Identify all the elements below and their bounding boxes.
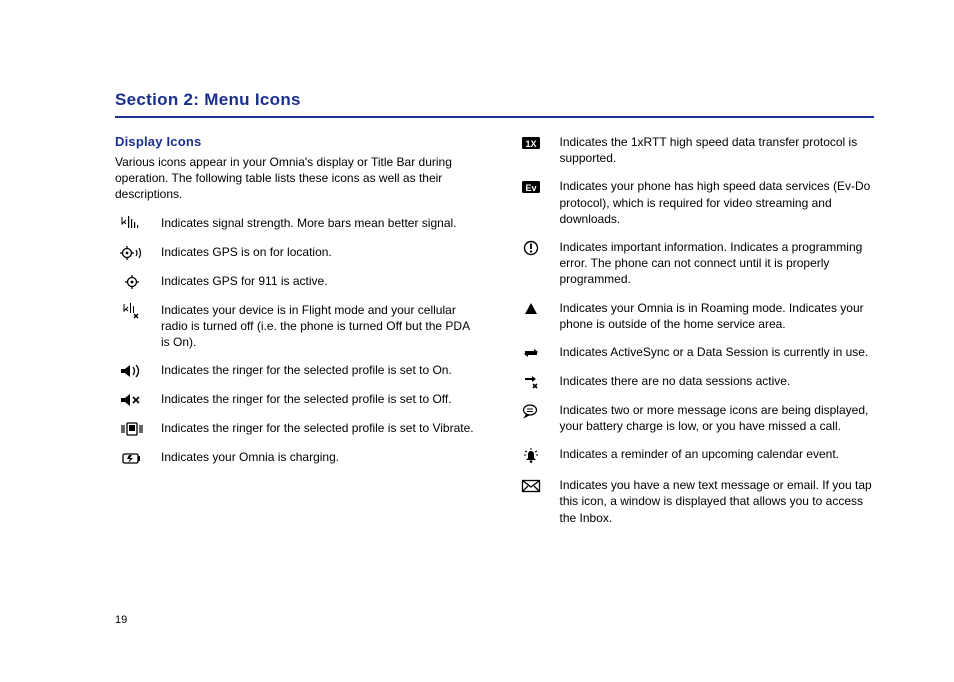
icon-description: Indicates your Omnia is in Roaming mode.… [560, 300, 875, 332]
icon-row: Indicates the ringer for the selected pr… [115, 362, 476, 379]
1x-badge-icon: 1X [514, 134, 548, 151]
icon-row: Indicates important information. Indicat… [514, 239, 875, 288]
ringer-vibrate-icon [115, 420, 149, 437]
icon-description: Indicates you have a new text message or… [560, 477, 875, 526]
svg-text:Ev: Ev [525, 183, 536, 193]
icon-row: Indicates there are no data sessions act… [514, 373, 875, 390]
right-column: 1X Indicates the 1xRTT high speed data t… [514, 134, 875, 538]
icon-description: Indicates your Omnia is charging. [161, 449, 476, 465]
icon-row: Indicates your Omnia is in Roaming mode.… [514, 300, 875, 332]
section-title: Section 2: Menu Icons [115, 90, 874, 118]
no-data-session-icon [514, 373, 548, 390]
calendar-reminder-icon [514, 446, 548, 465]
icon-row: Indicates signal strength. More bars mea… [115, 215, 476, 232]
icon-description: Indicates the 1xRTT high speed data tran… [560, 134, 875, 166]
subsection-title: Display Icons [115, 134, 476, 149]
manual-page: Section 2: Menu Icons Display Icons Vari… [0, 0, 954, 682]
icon-description: Indicates your phone has high speed data… [560, 178, 875, 227]
icon-description: Indicates two or more message icons are … [560, 402, 875, 434]
alert-icon [514, 239, 548, 256]
icon-description: Indicates a reminder of an upcoming cale… [560, 446, 875, 462]
charging-icon [115, 449, 149, 466]
multi-status-icon [514, 402, 548, 419]
roaming-icon [514, 300, 548, 317]
icon-row: 1X Indicates the 1xRTT high speed data t… [514, 134, 875, 166]
icon-description: Indicates GPS for 911 is active. [161, 273, 476, 289]
icon-description: Indicates there are no data sessions act… [560, 373, 875, 389]
gps-911-icon [115, 273, 149, 290]
icon-description: Indicates ActiveSync or a Data Session i… [560, 344, 875, 360]
icon-row: Indicates ActiveSync or a Data Session i… [514, 344, 875, 361]
icon-row: Indicates the ringer for the selected pr… [115, 420, 476, 437]
icon-row: Indicates you have a new text message or… [514, 477, 875, 526]
intro-paragraph: Various icons appear in your Omnia's dis… [115, 154, 476, 203]
message-icon [514, 477, 548, 494]
left-column: Display Icons Various icons appear in yo… [115, 134, 476, 538]
page-number: 19 [115, 614, 127, 626]
icon-row: Indicates GPS is on for location. [115, 244, 476, 261]
icon-row: Indicates a reminder of an upcoming cale… [514, 446, 875, 465]
sync-active-icon [514, 344, 548, 361]
icon-row: Indicates the ringer for the selected pr… [115, 391, 476, 408]
icon-description: Indicates the ringer for the selected pr… [161, 391, 476, 407]
flight-mode-icon [115, 302, 149, 319]
icon-row: Indicates GPS for 911 is active. [115, 273, 476, 290]
icon-description: Indicates the ringer for the selected pr… [161, 420, 476, 436]
svg-text:1X: 1X [525, 139, 536, 149]
icon-description: Indicates the ringer for the selected pr… [161, 362, 476, 378]
icon-row: Indicates your device is in Flight mode … [115, 302, 476, 351]
icon-row: Indicates your Omnia is charging. [115, 449, 476, 466]
gps-location-icon [115, 244, 149, 261]
icon-row: Ev Indicates your phone has high speed d… [514, 178, 875, 227]
icon-row: Indicates two or more message icons are … [514, 402, 875, 434]
content-columns: Display Icons Various icons appear in yo… [115, 134, 874, 538]
icon-description: Indicates signal strength. More bars mea… [161, 215, 476, 231]
ev-badge-icon: Ev [514, 178, 548, 195]
icon-description: Indicates important information. Indicat… [560, 239, 875, 288]
ringer-off-icon [115, 391, 149, 408]
ringer-on-icon [115, 362, 149, 379]
icon-description: Indicates GPS is on for location. [161, 244, 476, 260]
signal-strength-icon [115, 215, 149, 232]
icon-description: Indicates your device is in Flight mode … [161, 302, 476, 351]
